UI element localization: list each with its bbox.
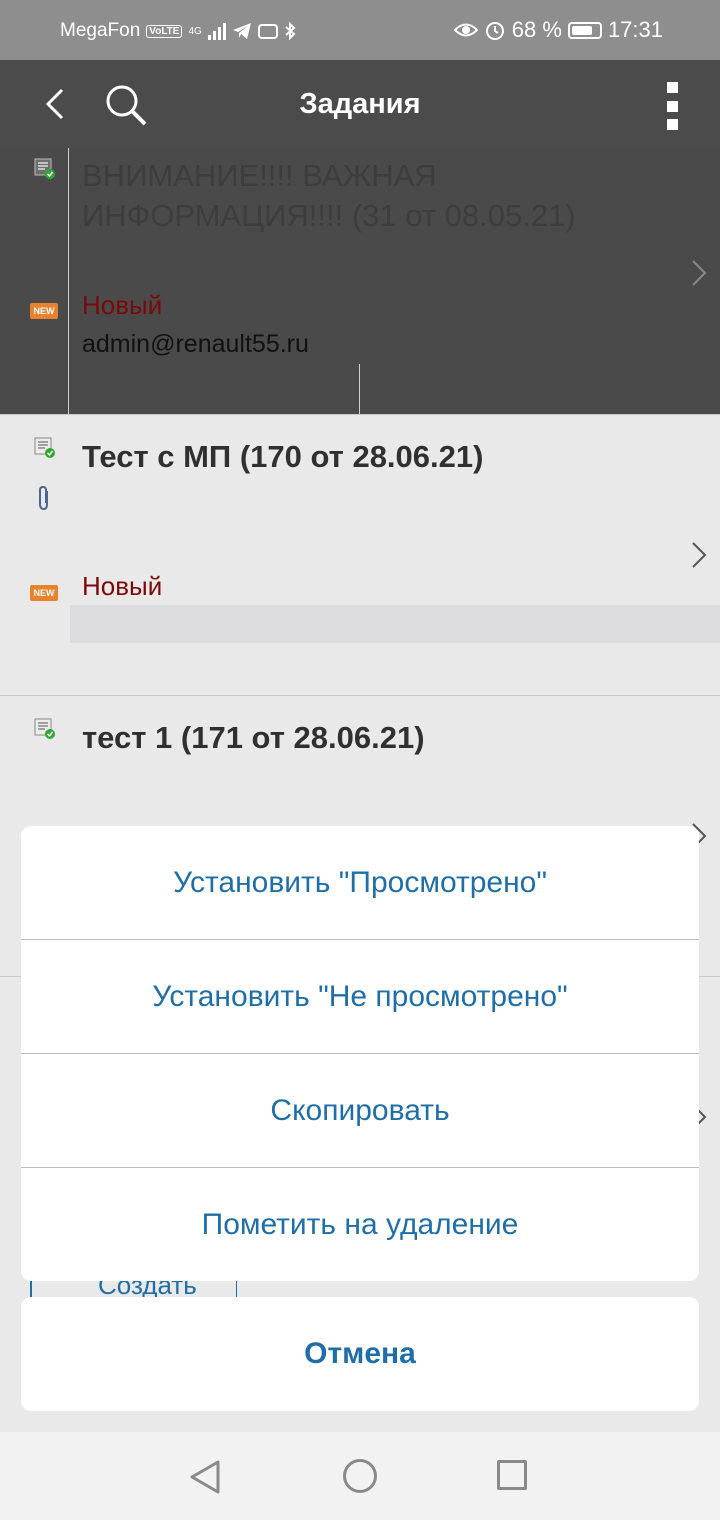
- create-button[interactable]: Создать: [30, 1280, 237, 1298]
- document-checked-icon: [34, 158, 55, 179]
- row-stripe: [70, 605, 720, 643]
- new-badge-icon: NEW: [30, 585, 58, 601]
- document-checked-icon: [34, 718, 55, 739]
- bluetooth-icon: [285, 22, 296, 40]
- status-bar: MegaFon VoLTE 4G 68 % 17:31: [0, 0, 720, 60]
- task-item[interactable]: Тест с МП (170 от 28.06.21) NEW Новый: [0, 414, 720, 695]
- system-nav-bar: [0, 1432, 720, 1520]
- divider: [68, 148, 69, 414]
- mark-for-deletion-button[interactable]: Пометить на удаление: [21, 1168, 699, 1281]
- cancel-button[interactable]: Отмена: [21, 1297, 699, 1411]
- document-checked-icon: [34, 437, 55, 458]
- chevron-right-icon: [692, 542, 707, 568]
- task-author: admin@renault55.ru: [82, 330, 309, 358]
- battery-icon: [567, 21, 602, 39]
- mark-viewed-button[interactable]: Установить "Просмотрено": [21, 826, 699, 940]
- action-sheet: Установить "Просмотрено" Установить "Не …: [21, 826, 699, 1281]
- battery-percent: 68 %: [511, 17, 562, 42]
- telegram-icon: [232, 23, 251, 39]
- eye-icon: [453, 23, 478, 37]
- task-status: Новый: [82, 571, 163, 601]
- copy-button[interactable]: Скопировать: [21, 1054, 699, 1168]
- task-title: тест 1 (171 от 28.06.21): [82, 720, 425, 755]
- mark-unviewed-button[interactable]: Установить "Не просмотрено": [21, 940, 699, 1054]
- chevron-right-icon: [692, 260, 707, 286]
- carrier-name: MegaFon: [60, 20, 141, 41]
- nav-recents-icon[interactable]: [497, 1460, 527, 1490]
- task-status: Новый: [82, 290, 163, 320]
- nav-home-icon[interactable]: [343, 1459, 377, 1493]
- create-button-label: Создать: [98, 1280, 197, 1298]
- app-notification-icon: [257, 24, 278, 39]
- clock: 17:31: [607, 17, 663, 42]
- signal-icon: [207, 22, 226, 40]
- new-badge-icon: NEW: [30, 303, 58, 319]
- paperclip-icon: [39, 485, 48, 511]
- app-bar: Задания: [0, 60, 720, 148]
- page-title: Задания: [299, 88, 421, 120]
- status-bar-right: 68 % 17:31: [453, 17, 663, 43]
- task-title: Тест с МП (170 от 28.06.21): [82, 439, 484, 474]
- divider: [359, 364, 360, 414]
- task-item[interactable]: ВНИМАНИЕ!!!! ВАЖНАЯ ИНФОРМАЦИЯ!!!! (31 о…: [0, 148, 720, 414]
- more-vert-icon[interactable]: [662, 82, 682, 130]
- volte-badge: VoLTE: [146, 24, 183, 38]
- task-title: ВНИМАНИЕ!!!! ВАЖНАЯ ИНФОРМАЦИЯ!!!! (31 о…: [82, 158, 576, 233]
- network-type: 4G: [188, 25, 202, 37]
- alarm-icon: [485, 22, 504, 40]
- nav-back-icon[interactable]: [188, 1459, 224, 1495]
- status-bar-left: MegaFon VoLTE 4G: [60, 20, 296, 42]
